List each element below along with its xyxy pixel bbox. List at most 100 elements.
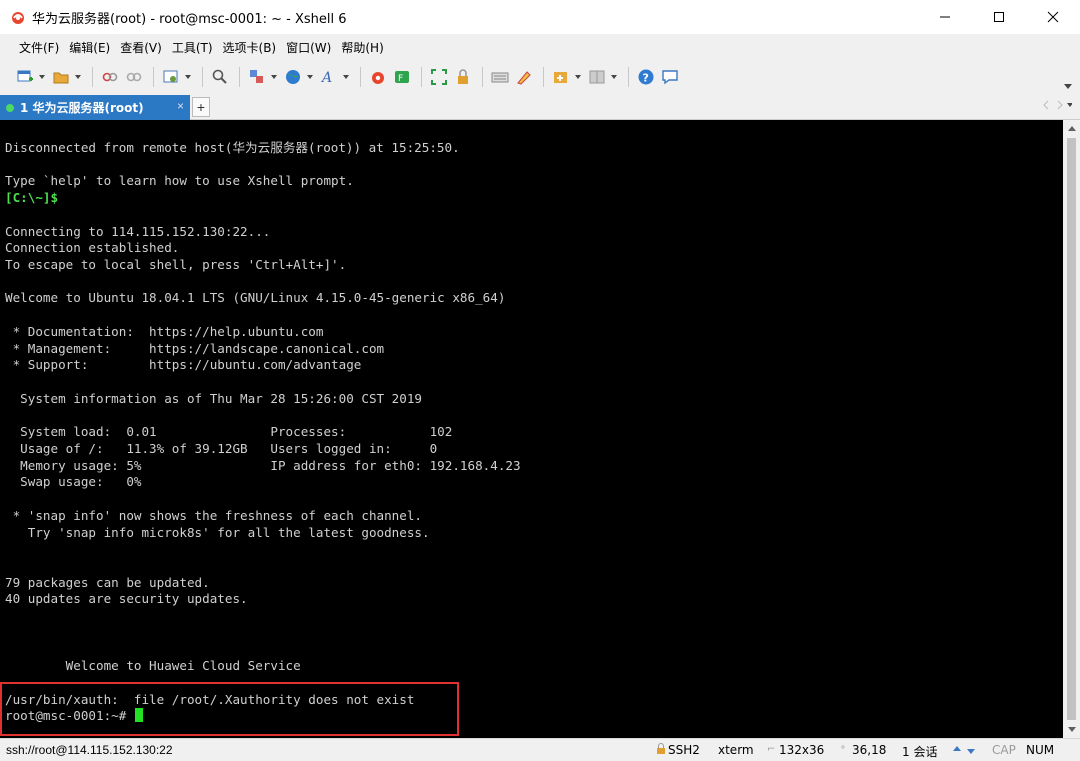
status-bar: ssh://root@114.115.152.130:22 SSH2 xterm… — [0, 738, 1080, 761]
properties-icon[interactable] — [160, 66, 182, 88]
terminal-scrollbar[interactable] — [1063, 120, 1080, 738]
transfer-arrows-icon — [952, 744, 976, 758]
terminal-line: Welcome to Ubuntu 18.04.1 LTS (GNU/Linux… — [5, 290, 506, 306]
toolbar-divider — [421, 67, 422, 87]
toolbar-divider — [239, 67, 240, 87]
tab-close-icon[interactable]: × — [177, 99, 184, 113]
chevron-down-icon[interactable] — [184, 66, 192, 88]
window-controls — [918, 0, 1080, 34]
menu-tabs[interactable]: 选项卡(B) — [218, 39, 282, 56]
menu-file[interactable]: 文件(F) — [14, 39, 64, 56]
terminal-line: * Support: https://ubuntu.com/advantage — [5, 357, 362, 373]
shell-prompt: root@msc-0001:~# — [5, 708, 134, 724]
terminal-line: System information as of Thu Mar 28 15:2… — [5, 390, 423, 406]
font-icon[interactable]: A — [318, 66, 340, 88]
toolbar-divider — [360, 67, 361, 87]
scroll-down-icon[interactable] — [1063, 721, 1080, 738]
terminal-output[interactable]: Disconnected from remote host(华为云服务器(roo… — [0, 120, 1063, 738]
menu-edit[interactable]: 编辑(E) — [64, 39, 115, 56]
xftp-icon[interactable]: F — [391, 66, 413, 88]
shell-prompt-line: root@msc-0001:~# — [5, 708, 1063, 725]
menu-bar: 文件(F) 编辑(E) 查看(V) 工具(T) 选项卡(B) 窗口(W) 帮助(… — [0, 34, 1080, 60]
layout-icon[interactable] — [586, 66, 608, 88]
menu-help[interactable]: 帮助(H) — [336, 39, 388, 56]
terminal-line: Swap usage: 0% — [5, 474, 142, 490]
title-bar: 华为云服务器(root) - root@msc-0001: ~ - Xshell… — [0, 0, 1080, 34]
fullscreen-icon[interactable] — [428, 66, 450, 88]
chevron-down-icon[interactable] — [574, 66, 582, 88]
globe-icon[interactable] — [282, 66, 304, 88]
chevron-down-icon[interactable] — [74, 66, 82, 88]
scrollbar-thumb[interactable] — [1067, 138, 1076, 720]
maximize-button[interactable] — [972, 0, 1026, 34]
highlight-icon[interactable] — [513, 66, 535, 88]
svg-text:?: ? — [643, 72, 649, 85]
cursor-pos-icon: ᵃ — [841, 744, 845, 755]
toolbar-divider — [628, 67, 629, 87]
chevron-down-icon[interactable] — [38, 66, 46, 88]
terminal-line: Memory usage: 5% IP address for eth0: 19… — [5, 457, 521, 473]
svg-text:A: A — [320, 70, 332, 86]
chevron-down-icon[interactable] — [306, 66, 314, 88]
toolbar-divider — [543, 67, 544, 87]
xshell-app-icon[interactable] — [10, 9, 26, 25]
chevron-down-icon[interactable] — [610, 66, 618, 88]
new-session-icon[interactable] — [14, 66, 36, 88]
menu-tools[interactable]: 工具(T) — [167, 39, 218, 56]
size-icon: ⌐ — [767, 744, 776, 755]
scroll-up-icon[interactable] — [1063, 120, 1080, 137]
toolbar-divider — [202, 67, 203, 87]
minimize-button[interactable] — [918, 0, 972, 34]
lock-icon[interactable] — [452, 66, 474, 88]
xshell-icon[interactable] — [367, 66, 389, 88]
protocol-status: SSH2 — [668, 743, 700, 757]
tab-label: 1 华为云服务器(root) — [20, 101, 144, 115]
help-icon[interactable]: ? — [635, 66, 657, 88]
keyboard-icon[interactable] — [489, 66, 511, 88]
terminal-line: Connecting to 114.115.152.130:22... — [5, 223, 271, 239]
terminal-line: System load: 0.01 Processes: 102 — [5, 424, 453, 440]
menu-window[interactable]: 窗口(W) — [281, 39, 336, 56]
session-count-status: 1 会话 — [902, 745, 938, 759]
chevron-down-icon[interactable] — [342, 66, 350, 88]
search-icon[interactable] — [209, 66, 231, 88]
window-title: 华为云服务器(root) - root@msc-0001: ~ - Xshell… — [32, 11, 347, 27]
svg-text:F: F — [398, 74, 403, 84]
new-tab-icon[interactable] — [550, 66, 572, 88]
terminal-line: * Management: https://landscape.canonica… — [5, 340, 385, 356]
add-tab-button[interactable]: + — [192, 97, 210, 117]
terminal-line: * 'snap info' now shows the freshness of… — [5, 507, 423, 523]
connected-status-icon — [6, 103, 14, 112]
local-prompt-line: [C:\~]$ — [5, 190, 1063, 207]
tab-scroll-arrows-icon[interactable] — [1042, 100, 1073, 113]
open-folder-icon[interactable] — [50, 66, 72, 88]
close-button[interactable] — [1026, 0, 1080, 34]
terminal-cursor[interactable] — [134, 708, 143, 723]
chat-icon[interactable] — [659, 66, 681, 88]
menu-view[interactable]: 查看(V) — [115, 39, 167, 56]
terminal-line: Usage of /: 11.3% of 39.12GB Users logge… — [5, 440, 438, 456]
terminal-line: Welcome to Huawei Cloud Service — [5, 658, 301, 674]
chevron-down-icon[interactable] — [270, 66, 278, 88]
reconnect-icon[interactable] — [99, 66, 121, 88]
num-lock-status: NUM — [1026, 743, 1055, 757]
disconnect-icon[interactable] — [123, 66, 145, 88]
transfer-icon[interactable] — [246, 66, 268, 88]
toolbar-divider — [153, 67, 154, 87]
caps-lock-status: CAP — [992, 743, 1016, 757]
terminal-line: * Documentation: https://help.ubuntu.com — [5, 323, 324, 339]
terminal-line: To escape to local shell, press 'Ctrl+Al… — [5, 257, 347, 273]
toolbar-overflow-icon[interactable] — [1064, 78, 1072, 92]
terminal-size-status: 132x36 — [779, 743, 825, 757]
tab-huawei-cloud[interactable]: 1 华为云服务器(root) × — [0, 95, 190, 120]
